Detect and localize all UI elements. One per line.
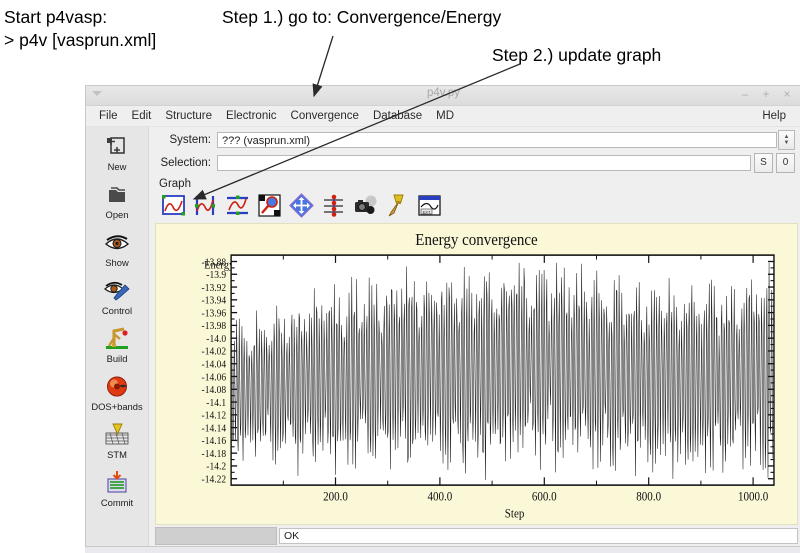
close-button[interactable]: ×	[781, 87, 793, 101]
menu-electronic[interactable]: Electronic	[219, 108, 284, 124]
menu-convergence[interactable]: Convergence	[284, 108, 366, 124]
eye-wrench-icon	[103, 277, 131, 304]
chart-x-axis-label: Step	[505, 507, 525, 521]
eye-icon	[103, 229, 131, 256]
svg-text:1000.0: 1000.0	[738, 490, 768, 504]
sidebar-item-open[interactable]: Open	[86, 181, 148, 220]
sidebar-label-control: Control	[102, 305, 132, 316]
update-graph-icon[interactable]	[161, 193, 186, 218]
menu-structure[interactable]: Structure	[158, 108, 219, 124]
system-label: System:	[149, 134, 217, 146]
menu-bar: File Edit Structure Electronic Convergen…	[86, 106, 800, 127]
selection-s-button[interactable]: S	[754, 153, 773, 173]
build-hammer-icon	[103, 325, 131, 352]
svg-text:-14.2: -14.2	[206, 461, 226, 473]
start-note-text: Start p4vasp: > p4v [vasprun.xml]	[4, 6, 156, 52]
svg-text:-14.18: -14.18	[202, 449, 227, 461]
svg-text:400.0: 400.0	[428, 490, 453, 504]
selection-row: Selection: S 0	[149, 153, 800, 173]
status-bar: OK	[155, 527, 798, 545]
menu-database[interactable]: Database	[366, 108, 429, 124]
step2-note-text: Step 2.) update graph	[492, 44, 661, 67]
svg-text:-13.88: -13.88	[202, 257, 227, 269]
svg-text:-14.08: -14.08	[202, 385, 227, 397]
sidebar-label-build: Build	[107, 353, 128, 364]
graph-settings-icon[interactable]	[321, 193, 346, 218]
menu-edit[interactable]: Edit	[125, 108, 159, 124]
chart-plot-area: -13.88-13.9-13.92-13.94-13.96-13.98-14.0…	[202, 255, 774, 504]
dos-bands-sphere-icon	[103, 373, 131, 400]
status-progress-area	[155, 527, 277, 545]
chart-title: Energy convergence	[415, 231, 537, 249]
svg-text:-14.1: -14.1	[206, 397, 226, 409]
svg-text:-14.22: -14.22	[202, 474, 227, 486]
graph-toolbar: EXT	[159, 193, 800, 218]
camera-snapshot-icon[interactable]	[353, 193, 378, 218]
svg-text:-14.14: -14.14	[202, 423, 227, 435]
commit-stack-icon	[103, 469, 131, 496]
sidebar-label-open: Open	[106, 209, 129, 220]
graph-redraw-icon[interactable]	[193, 193, 218, 218]
svg-text:-14.06: -14.06	[202, 372, 227, 384]
svg-text:-13.98: -13.98	[202, 321, 227, 333]
svg-text:-13.94: -13.94	[202, 295, 227, 307]
main-content: System: ??? (vasprun.xml) ▲ ▼ Selection:…	[149, 127, 800, 547]
sidebar-label-commit: Commit	[101, 497, 133, 508]
status-message: OK	[279, 528, 798, 544]
graph-autoscale-icon[interactable]	[225, 193, 250, 218]
graph-canvas[interactable]: Energy convergence Energy (eV) -13.88-13…	[155, 223, 798, 525]
window-controls: – + ×	[739, 87, 793, 101]
sidebar-label-new: New	[108, 161, 127, 172]
svg-text:-13.9: -13.9	[206, 270, 226, 282]
menu-md[interactable]: MD	[429, 108, 461, 124]
selection-zero-button[interactable]: 0	[776, 153, 795, 173]
svg-text:EXT: EXT	[423, 209, 431, 214]
graph-pan-icon[interactable]	[289, 193, 314, 218]
sidebar-item-stm[interactable]: STM	[86, 421, 148, 460]
svg-text:200.0: 200.0	[323, 490, 348, 504]
svg-text:800.0: 800.0	[636, 490, 661, 504]
sidebar-item-commit[interactable]: Commit	[86, 469, 148, 508]
selection-label: Selection:	[149, 157, 217, 169]
system-spinner[interactable]: ▲ ▼	[778, 130, 795, 150]
sidebar-item-dos-bands[interactable]: DOS+bands	[86, 373, 148, 412]
menu-file[interactable]: File	[92, 108, 125, 124]
window-titlebar[interactable]: p4v.py – + ×	[86, 86, 800, 106]
open-folder-icon	[103, 181, 131, 208]
svg-text:-14.12: -14.12	[202, 410, 227, 422]
spinner-down-icon: ▼	[784, 140, 790, 146]
svg-text:-14.0: -14.0	[206, 334, 226, 346]
sidebar-label-dos-bands: DOS+bands	[91, 401, 142, 412]
maximize-button[interactable]: +	[760, 87, 772, 101]
stm-surface-icon	[103, 421, 131, 448]
sidebar-item-show[interactable]: Show	[86, 229, 148, 268]
sidebar-item-control[interactable]: Control	[86, 277, 148, 316]
new-document-icon	[103, 133, 131, 160]
sidebar-item-new[interactable]: New	[86, 133, 148, 172]
graph-group: Graph	[149, 178, 800, 218]
graph-zoom-icon[interactable]	[257, 193, 282, 218]
svg-text:-13.92: -13.92	[202, 282, 227, 294]
sidebar-label-show: Show	[105, 257, 128, 268]
sidebar-item-build[interactable]: Build	[86, 325, 148, 364]
window-title: p4v.py	[86, 87, 800, 99]
step1-note-text: Step 1.) go to: Convergence/Energy	[222, 6, 501, 29]
sidebar: New Open Show	[86, 127, 149, 547]
minimize-button[interactable]: –	[739, 87, 751, 101]
export-graph-icon[interactable]: EXT	[417, 193, 442, 218]
svg-text:-14.16: -14.16	[202, 436, 227, 448]
menu-help[interactable]: Help	[755, 108, 793, 124]
system-input[interactable]: ??? (vasprun.xml)	[217, 132, 777, 148]
p4vasp-window: p4v.py – + × File Edit Structure Electro…	[85, 85, 800, 547]
selection-input[interactable]	[217, 155, 751, 171]
svg-text:-14.02: -14.02	[202, 346, 227, 358]
svg-text:-13.96: -13.96	[202, 308, 227, 320]
system-row: System: ??? (vasprun.xml) ▲ ▼	[149, 130, 800, 150]
sidebar-label-stm: STM	[107, 449, 127, 460]
svg-text:-14.04: -14.04	[202, 359, 227, 371]
pin-icon[interactable]	[385, 193, 410, 218]
graph-group-label: Graph	[159, 178, 800, 190]
svg-text:600.0: 600.0	[532, 490, 557, 504]
energy-convergence-plot: Energy convergence Energy (eV) -13.88-13…	[156, 224, 797, 524]
